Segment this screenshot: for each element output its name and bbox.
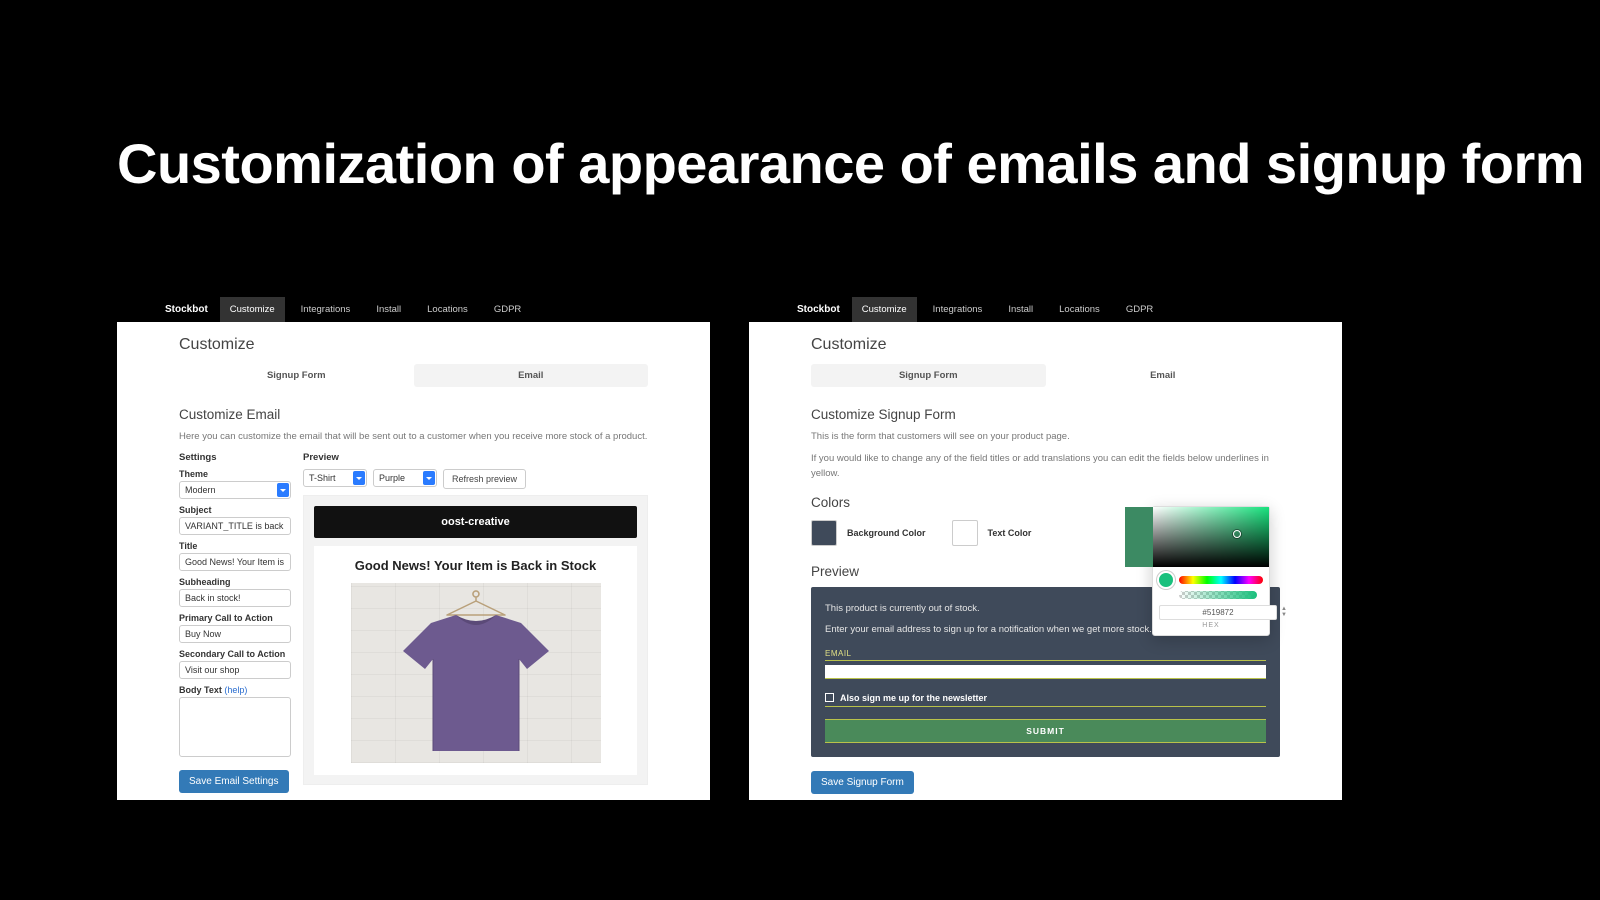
- subtabs: Signup Form Email: [179, 364, 648, 387]
- subtab-email[interactable]: Email: [1046, 364, 1281, 387]
- nav-integrations[interactable]: Integrations: [923, 297, 993, 322]
- nav-locations[interactable]: Locations: [1049, 297, 1110, 322]
- email-customize-screenshot: Stockbot Customize Integrations Install …: [117, 296, 710, 800]
- nav-install[interactable]: Install: [366, 297, 411, 322]
- picker-format-stepper[interactable]: ▲▼: [1281, 607, 1287, 618]
- settings-heading: Settings: [179, 452, 291, 463]
- customize-email-help: Here you can customize the email that wi…: [179, 430, 648, 444]
- picker-alpha-slider[interactable]: [1179, 591, 1257, 599]
- topbar: Stockbot Customize Integrations Install …: [117, 296, 710, 322]
- page-title: Customize: [811, 336, 1280, 354]
- body-textarea[interactable]: [179, 697, 291, 757]
- subtab-signup[interactable]: Signup Form: [179, 364, 414, 387]
- subheading-input[interactable]: [179, 589, 291, 607]
- body-label: Body Text (help): [179, 685, 291, 695]
- title-label: Title: [179, 541, 291, 551]
- topbar: Stockbot Customize Integrations Install …: [749, 296, 1342, 322]
- preview-product-select[interactable]: [303, 469, 367, 487]
- nav-integrations[interactable]: Integrations: [291, 297, 361, 322]
- tshirt-icon: [401, 613, 551, 753]
- subtabs: Signup Form Email: [811, 364, 1280, 387]
- slide-title: Customization of appearance of emails an…: [117, 132, 1584, 196]
- body-help-link[interactable]: (help): [224, 685, 247, 695]
- preview-newsletter-label[interactable]: Also sign me up for the newsletter: [840, 693, 987, 703]
- email-preview-headline: Good News! Your Item is Back in Stock: [324, 558, 627, 573]
- theme-select[interactable]: [179, 481, 291, 499]
- text-color-label: Text Color: [988, 528, 1032, 538]
- picker-hex-input[interactable]: [1159, 605, 1277, 620]
- title-input[interactable]: [179, 553, 291, 571]
- picker-preview-strip: [1125, 507, 1153, 567]
- customize-signup-help-1: This is the form that customers will see…: [811, 430, 1280, 444]
- nav-customize[interactable]: Customize: [220, 297, 285, 322]
- nav-gdpr[interactable]: GDPR: [484, 297, 531, 322]
- nav-locations[interactable]: Locations: [417, 297, 478, 322]
- nav-install[interactable]: Install: [998, 297, 1043, 322]
- primary-cta-input[interactable]: [179, 625, 291, 643]
- subheading-label: Subheading: [179, 577, 291, 587]
- color-picker[interactable]: ▲▼ HEX: [1152, 506, 1270, 636]
- text-color-swatch[interactable]: [952, 520, 978, 546]
- save-email-button[interactable]: Save Email Settings: [179, 770, 289, 793]
- picker-sv-cursor[interactable]: [1233, 530, 1241, 538]
- preview-newsletter-checkbox[interactable]: [825, 693, 834, 702]
- picker-hue-slider[interactable]: [1179, 576, 1263, 584]
- refresh-preview-button[interactable]: Refresh preview: [443, 469, 526, 489]
- primary-cta-label: Primary Call to Action: [179, 613, 291, 623]
- email-preview: oost-creative Good News! Your Item is Ba…: [303, 495, 648, 785]
- picker-current-color: [1159, 573, 1173, 587]
- email-preview-store-name: oost-creative: [314, 506, 637, 538]
- theme-label: Theme: [179, 469, 291, 479]
- bg-color-label: Background Color: [847, 528, 926, 538]
- preview-email-input[interactable]: [825, 665, 1266, 679]
- bg-color-swatch[interactable]: [811, 520, 837, 546]
- preview-email-label[interactable]: EMAIL: [825, 649, 1266, 661]
- secondary-cta-label: Secondary Call to Action: [179, 649, 291, 659]
- signup-customize-screenshot: Stockbot Customize Integrations Install …: [749, 296, 1342, 800]
- save-signup-button[interactable]: Save Signup Form: [811, 771, 914, 794]
- brand: Stockbot: [165, 304, 208, 315]
- secondary-cta-input[interactable]: [179, 661, 291, 679]
- brand: Stockbot: [797, 304, 840, 315]
- preview-submit-button[interactable]: SUBMIT: [825, 719, 1266, 743]
- preview-variant-select[interactable]: [373, 469, 437, 487]
- picker-hex-caption: HEX: [1153, 622, 1269, 629]
- page-title: Customize: [179, 336, 648, 354]
- email-preview-product-image: [351, 583, 601, 763]
- preview-heading: Preview: [303, 452, 648, 463]
- customize-email-heading: Customize Email: [179, 407, 648, 422]
- customize-signup-help-2: If you would like to change any of the f…: [811, 452, 1280, 481]
- subtab-email[interactable]: Email: [414, 364, 649, 387]
- nav-customize[interactable]: Customize: [852, 297, 917, 322]
- customize-signup-heading: Customize Signup Form: [811, 407, 1280, 422]
- subtab-signup[interactable]: Signup Form: [811, 364, 1046, 387]
- picker-sv-field[interactable]: [1153, 507, 1269, 567]
- subject-input[interactable]: [179, 517, 291, 535]
- nav-gdpr[interactable]: GDPR: [1116, 297, 1163, 322]
- subject-label: Subject: [179, 505, 291, 515]
